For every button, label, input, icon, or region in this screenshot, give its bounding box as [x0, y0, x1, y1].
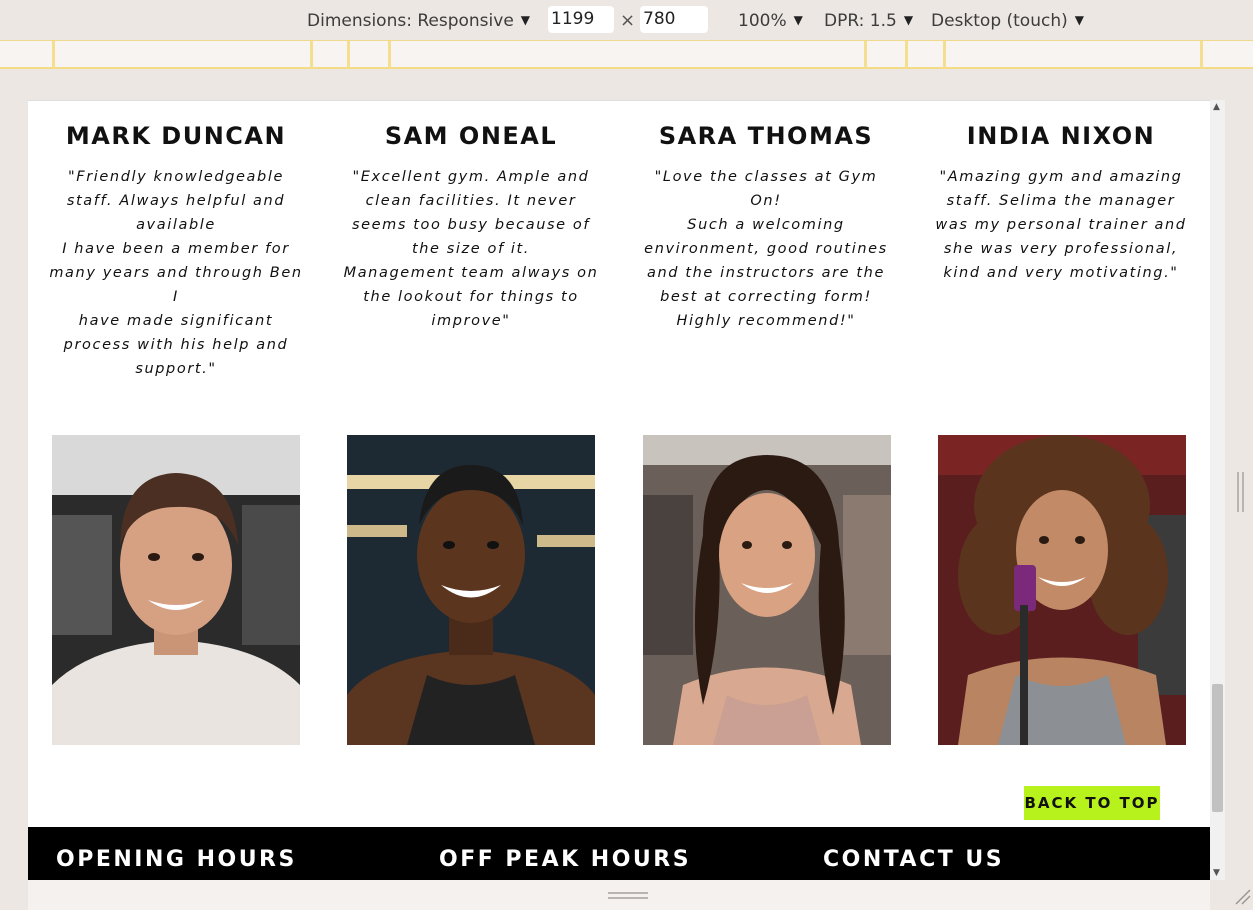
contact-us-heading: CONTACT US [823, 847, 1005, 872]
caret-down-icon: ▼ [1074, 13, 1084, 27]
width-input[interactable]: 1199 [548, 6, 614, 33]
dimensions-dropdown[interactable]: Dimensions: Responsive ▼ [307, 9, 530, 32]
back-to-top-button[interactable]: BACK TO TOP [1024, 786, 1160, 820]
opening-hours-heading: OPENING HOURS [56, 847, 297, 872]
page-scrollbar[interactable]: ▲ ▼ [1210, 100, 1225, 880]
ruler-marker [52, 41, 55, 68]
member-photo [938, 435, 1186, 745]
devtools-toolbar: Dimensions: Responsive ▼ 1199 × 780 100% ▼… [0, 0, 1253, 40]
testimonial-card: SARA THOMAS "Love the classes at Gym On!… [636, 101, 896, 333]
times-separator: × [620, 10, 636, 31]
member-quote: "Amazing gym and amazing staff. Selima t… [935, 169, 1187, 281]
resize-handle-right[interactable] [1237, 472, 1245, 512]
testimonial-card: INDIA NIXON "Amazing gym and amazing sta… [931, 101, 1191, 285]
zoom-label: 100% [738, 11, 787, 31]
ruler-marker [347, 41, 350, 68]
member-quote: "Love the classes at Gym On! Such a welc… [644, 169, 888, 329]
media-query-ruler[interactable] [0, 40, 1253, 69]
member-quote: "Excellent gym. Ample and clean faciliti… [343, 169, 599, 329]
member-name: SARA THOMAS [658, 122, 874, 150]
testimonial-card: SAM ONEAL "Excellent gym. Ample and clea… [341, 101, 601, 333]
ruler-marker [905, 41, 908, 68]
page-viewport: MARK DUNCAN "Friendly knowledgeable staf… [28, 100, 1210, 880]
height-input[interactable]: 780 [640, 6, 708, 33]
scroll-up-icon[interactable]: ▲ [1213, 102, 1220, 112]
dimensions-label: Dimensions: Responsive [307, 11, 514, 31]
scrollbar-thumb[interactable] [1212, 684, 1223, 812]
member-photo [52, 435, 300, 745]
dpr-label: DPR: 1.5 [824, 11, 897, 31]
zoom-dropdown[interactable]: 100% ▼ [738, 9, 803, 32]
dpr-dropdown[interactable]: DPR: 1.5 ▼ [824, 9, 913, 32]
caret-down-icon: ▼ [520, 13, 531, 27]
device-mode-label: Desktop (touch) [931, 11, 1068, 31]
ruler-marker [943, 41, 946, 68]
testimonial-card: MARK DUNCAN "Friendly knowledgeable staf… [46, 101, 306, 381]
member-name: INDIA NIXON [966, 122, 1156, 150]
caret-down-icon: ▼ [903, 13, 914, 27]
caret-down-icon: ▼ [793, 13, 803, 27]
member-photo [643, 435, 891, 745]
device-mode-dropdown[interactable]: Desktop (touch) ▼ [931, 9, 1084, 32]
ruler-marker [310, 41, 313, 68]
resize-corner-icon[interactable] [1232, 886, 1252, 906]
member-photo [347, 435, 595, 745]
site-footer: OPENING HOURS OFF PEAK HOURS CONTACT US [28, 827, 1210, 880]
resize-handle-bottom[interactable] [608, 892, 648, 902]
off-peak-hours-heading: OFF PEAK HOURS [439, 847, 692, 872]
ruler-marker [1200, 41, 1203, 68]
member-name: MARK DUNCAN [65, 122, 287, 150]
ruler-marker [388, 41, 391, 68]
member-quote: "Friendly knowledgeable staff. Always he… [49, 169, 303, 377]
ruler-marker [864, 41, 867, 68]
member-name: SAM ONEAL [384, 122, 558, 150]
scroll-down-icon[interactable]: ▼ [1213, 868, 1220, 878]
